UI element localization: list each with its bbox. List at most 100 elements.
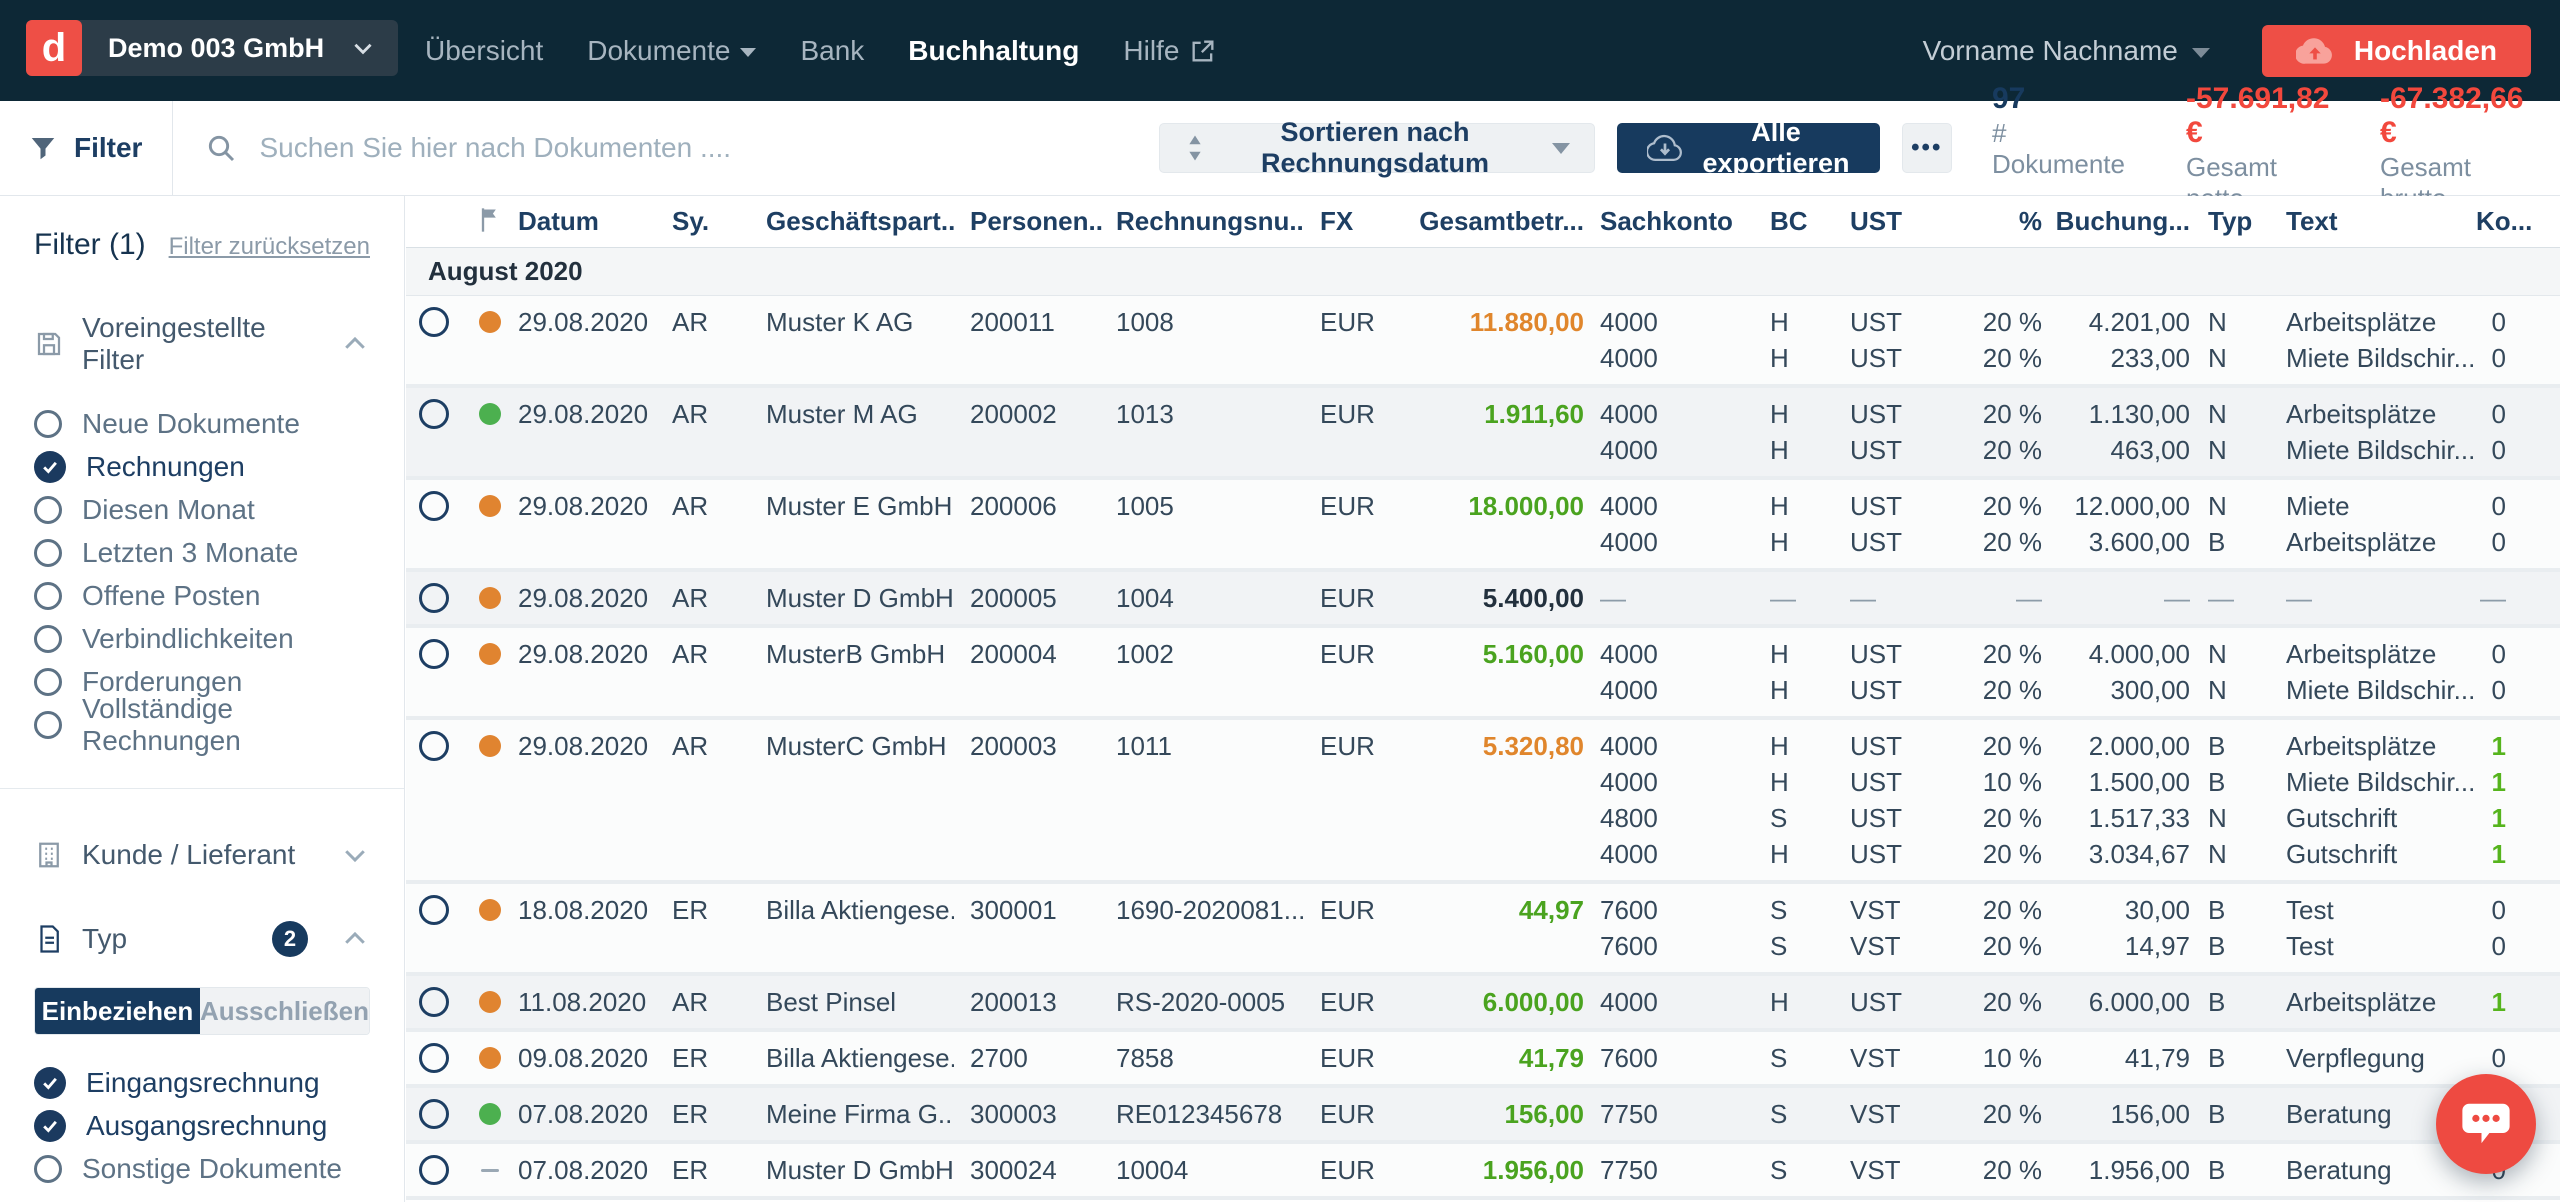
user-menu[interactable]: Vorname Nachname (1923, 35, 2210, 67)
booking-pct: 10 % (1954, 1040, 2046, 1076)
radio-button[interactable] (419, 1155, 449, 1185)
header-bc[interactable]: BC (1752, 206, 1842, 237)
booking-sachkonto: 4000 (1584, 340, 1752, 376)
sidebar-section-preset[interactable]: Voreingestellte Filter (34, 312, 370, 376)
table-row[interactable]: 29.08.2020ARMusterC GmbH2000031011EUR5.3… (406, 720, 2560, 884)
company-selector[interactable]: d Demo 003 GmbH (26, 20, 398, 76)
status-cell (462, 1144, 518, 1196)
status-cell (462, 884, 518, 972)
search-input[interactable] (259, 132, 1159, 164)
header-rechnr[interactable]: Rechnungsnu... (1104, 206, 1304, 237)
filter-option[interactable]: Eingangsrechnung (34, 1061, 370, 1104)
table-row[interactable]: 07.08.2020ERMeine Firma G...300003RE0123… (406, 1088, 2560, 1144)
row-select (406, 1088, 462, 1140)
filter-option[interactable]: Letzten 3 Monate (34, 531, 370, 574)
filter-option[interactable]: Diesen Monat (34, 488, 370, 531)
radio-button[interactable] (419, 987, 449, 1017)
row-left: 09.08.2020ERBilla Aktiengese...27007858E… (406, 1032, 1584, 1084)
nav-item-dokumente[interactable]: Dokumente (587, 35, 756, 67)
header-fx[interactable]: FX (1304, 206, 1404, 237)
table-row[interactable]: 29.08.2020ARMuster E GmbH2000061005EUR18… (406, 480, 2560, 572)
filter-option[interactable]: Offene Posten (34, 574, 370, 617)
nav-item-bank[interactable]: Bank (800, 35, 864, 67)
header-sy[interactable]: Sy. (662, 206, 758, 237)
cell-date: 07.08.2020 (518, 1088, 662, 1140)
filter-option[interactable]: Verbindlichkeiten (34, 617, 370, 660)
header-partner[interactable]: Geschäftspart... (758, 206, 954, 237)
radio-button[interactable] (419, 1043, 449, 1073)
reset-filters-link[interactable]: Filter zurücksetzen (169, 233, 370, 261)
table-row[interactable]: 09.08.2020ERBilla Aktiengese...27007858E… (406, 1032, 2560, 1088)
cell-partner: Muster K AG (758, 296, 954, 384)
radio-button[interactable] (419, 639, 449, 669)
header-gesamt[interactable]: Gesamtbetr... (1404, 206, 1584, 237)
filter-option[interactable]: Sonstige Dokumente (34, 1147, 370, 1190)
header-konto[interactable]: Personen... (954, 206, 1104, 237)
header-text[interactable]: Text (2276, 206, 2476, 237)
radio-button[interactable] (419, 895, 449, 925)
booking-pct: 20 % (1954, 800, 2046, 836)
export-all-button[interactable]: Alle exportieren (1617, 123, 1880, 173)
radio-button[interactable] (419, 583, 449, 613)
booking-pct: 20 % (1954, 836, 2046, 872)
booking-pct: 20 % (1954, 1096, 2046, 1132)
table-row[interactable]: 07.08.2020ERMuster D GmbH30002410004EUR1… (406, 1144, 2560, 1200)
table-row[interactable]: 29.08.2020ARMuster M AG2000021013EUR1.91… (406, 388, 2560, 480)
booking-ko: 1 (2476, 728, 2560, 764)
filter-option[interactable]: Vollständige Rechnungen (34, 703, 370, 746)
radio-button[interactable] (419, 307, 449, 337)
cell-sy: ER (662, 1088, 758, 1140)
header-pct[interactable]: % (1954, 206, 2046, 237)
table-row[interactable]: 18.08.2020ERBilla Aktiengese...300001169… (406, 884, 2560, 976)
booking-ko: — (2476, 580, 2560, 616)
nav-item-hilfe[interactable]: Hilfe (1123, 35, 1217, 67)
radio-button[interactable] (419, 399, 449, 429)
filter-option[interactable]: Rechnungen (34, 445, 370, 488)
nav-item-bersicht[interactable]: Übersicht (425, 35, 543, 67)
booking-ko: 1 (2476, 984, 2560, 1020)
status-cell (462, 976, 518, 1028)
booking-ust: UST (1842, 636, 1954, 672)
sidebar-section-type[interactable]: Typ2 (34, 921, 370, 957)
table-row[interactable]: 29.08.2020ARMuster K AG2000111008EUR11.8… (406, 296, 2560, 388)
booking-sachkonto: 7750 (1584, 1096, 1752, 1132)
booking-ust: VST (1842, 1152, 1954, 1188)
header-typ[interactable]: Typ (2194, 206, 2276, 237)
exclude-button[interactable]: Ausschließen (200, 988, 369, 1034)
filter-option-label: Verbindlichkeiten (82, 623, 294, 655)
table-row[interactable]: 11.08.2020ARBest Pinsel200013RS-2020-000… (406, 976, 2560, 1032)
section-options: Neue DokumenteRechnungenDiesen MonatLetz… (34, 402, 370, 746)
chat-button[interactable] (2436, 1074, 2536, 1174)
radio-button[interactable] (419, 731, 449, 761)
cell-date: 29.08.2020 (518, 388, 662, 476)
booking-ko: 0 (2476, 928, 2560, 964)
nav-item-label: Dokumente (587, 35, 730, 67)
header-sachkonto[interactable]: Sachkonto (1584, 206, 1752, 237)
header-datum[interactable]: Datum (518, 206, 662, 237)
filter-option[interactable]: Ausgangsrechnung (34, 1104, 370, 1147)
booking-pct: 20 % (1954, 1152, 2046, 1188)
booking-amount: 6.000,00 (2046, 984, 2194, 1020)
booking-typ: N (2194, 672, 2276, 708)
upload-button[interactable]: Hochladen (2262, 25, 2531, 77)
booking-amount: 4.000,00 (2046, 636, 2194, 672)
app-root: d Demo 003 GmbH Übersicht Dokumente Bank Bu… (0, 0, 2560, 1202)
table-row[interactable]: 29.08.2020ARMusterB GmbH2000041002EUR5.1… (406, 628, 2560, 720)
sidebar-section-customer[interactable]: Kunde / Lieferant (34, 839, 370, 871)
cell-partner: Meine Firma G... (758, 1088, 954, 1140)
nav-item-buchhaltung[interactable]: Buchhaltung (908, 35, 1079, 67)
header-ko[interactable]: Ko... (2476, 206, 2560, 237)
header-buchung[interactable]: Buchung... (2046, 206, 2194, 237)
more-options-button[interactable]: ••• (1902, 123, 1952, 173)
sort-dropdown[interactable]: Sortieren nach Rechnungsdatum (1159, 123, 1594, 173)
header-ust[interactable]: UST (1842, 206, 1954, 237)
radio-button[interactable] (419, 491, 449, 521)
booking-amount: 156,00 (2046, 1096, 2194, 1132)
table-row[interactable]: 29.08.2020ARMuster D GmbH2000051004EUR5.… (406, 572, 2560, 628)
filter-toggle-button[interactable]: Filter (0, 101, 173, 195)
cell-fx: EUR (1304, 572, 1404, 624)
radio-button[interactable] (419, 1099, 449, 1129)
filter-option[interactable]: Neue Dokumente (34, 402, 370, 445)
booking-sachkonto: 7600 (1584, 928, 1752, 964)
include-button[interactable]: Einbeziehen (35, 988, 200, 1034)
